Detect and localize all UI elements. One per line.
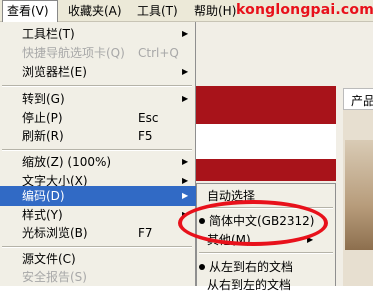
menu-separator (2, 246, 192, 248)
radio-bullet-icon (199, 218, 205, 224)
view-menu: 工具栏(T) ▶ 快捷导航选项卡(Q) Ctrl+Q 浏览器栏(E) ▶ 转到(… (0, 22, 196, 286)
menu-item-security-report: 安全报告(S) (0, 267, 196, 287)
page-red-banner (196, 86, 336, 124)
menu-favorites[interactable]: 收藏夹(A) (64, 0, 126, 22)
menu-separator (199, 252, 333, 254)
shortcut-label: Esc (138, 111, 159, 125)
submenu-arrow-icon: ▶ (182, 67, 189, 76)
product-tab[interactable]: 产品 (343, 88, 373, 110)
submenu-item-label: 自动选择 (207, 189, 256, 203)
watermark-text: konglongpai.com (236, 2, 373, 18)
menu-item-label: 工具栏(T) (22, 27, 75, 41)
submenu-arrow-icon: ▶ (182, 210, 189, 219)
menu-item-label: 停止(P) (22, 111, 63, 125)
menu-item-zoom[interactable]: 缩放(Z) (100%) ▶ (0, 152, 196, 172)
menu-view[interactable]: 查看(V) (2, 0, 58, 22)
menu-item-label: 源文件(C) (22, 252, 76, 266)
menu-item-label: 浏览器栏(E) (22, 65, 87, 79)
submenu-arrow-icon: ▶ (307, 235, 314, 244)
page-photo (345, 140, 373, 250)
menu-separator (2, 85, 192, 87)
menu-item-style[interactable]: 样式(Y) ▶ (0, 205, 196, 225)
menu-item-label: 缩放(Z) (100%) (22, 155, 112, 169)
menu-item-label: 光标浏览(B) (22, 226, 88, 240)
menu-item-label: 安全报告(S) (22, 270, 87, 284)
submenu-arrow-icon: ▶ (182, 29, 189, 38)
page-side-panel (343, 110, 373, 286)
submenu-item-label: 其他(M) (207, 233, 251, 247)
shortcut-label: F5 (138, 129, 153, 143)
menu-item-toolbar[interactable]: 工具栏(T) ▶ (0, 24, 196, 44)
menu-item-source[interactable]: 源文件(C) (0, 249, 196, 269)
submenu-item-auto-select[interactable]: 自动选择 (197, 186, 335, 206)
menu-item-go-to[interactable]: 转到(G) ▶ (0, 89, 196, 109)
submenu-item-gb2312[interactable]: 简体中文(GB2312) (197, 211, 335, 231)
radio-bullet-icon (199, 264, 205, 270)
submenu-item-label: 简体中文(GB2312) (209, 214, 315, 228)
submenu-item-ltr[interactable]: 从左到右的文档 (197, 257, 335, 277)
menu-bar: 查看(V) 收藏夹(A) 工具(T) 帮助(H) konglongpai.com (0, 0, 373, 22)
submenu-item-label: 从右到左的文档 (207, 278, 292, 292)
shortcut-label: Ctrl+Q (138, 46, 179, 60)
menu-item-label: 编码(D) (22, 189, 65, 203)
menu-item-explorer-bar[interactable]: 浏览器栏(E) ▶ (0, 62, 196, 82)
submenu-arrow-icon: ▶ (182, 94, 189, 103)
menu-item-quick-tabs: 快捷导航选项卡(Q) Ctrl+Q (0, 43, 196, 63)
submenu-item-rtl[interactable]: 从右到左的文档 (197, 275, 335, 295)
page-white-strip (196, 124, 336, 159)
menu-item-stop[interactable]: 停止(P) Esc (0, 108, 196, 128)
menu-item-encoding[interactable]: 编码(D) ▶ (0, 186, 196, 206)
submenu-arrow-icon: ▶ (182, 191, 189, 200)
menu-item-label: 样式(Y) (22, 208, 63, 222)
submenu-arrow-icon: ▶ (182, 157, 189, 166)
submenu-item-more[interactable]: 其他(M) ▶ (197, 230, 335, 250)
menu-help[interactable]: 帮助(H) (190, 0, 240, 22)
submenu-item-label: 从左到右的文档 (209, 260, 294, 274)
menu-item-label: 转到(G) (22, 92, 65, 106)
menu-tools[interactable]: 工具(T) (133, 0, 182, 22)
menu-item-caret-browsing[interactable]: 光标浏览(B) F7 (0, 223, 196, 243)
encoding-submenu: 自动选择 简体中文(GB2312) 其他(M) ▶ 从左到右的文档 从右到左的文… (196, 183, 336, 292)
menu-separator (2, 149, 192, 151)
shortcut-label: F7 (138, 226, 153, 240)
menu-item-label: 快捷导航选项卡(Q) (22, 46, 125, 60)
menu-item-refresh[interactable]: 刷新(R) F5 (0, 126, 196, 146)
menu-separator (199, 207, 333, 209)
page-red-band (196, 159, 336, 181)
menu-item-label: 刷新(R) (22, 129, 64, 143)
